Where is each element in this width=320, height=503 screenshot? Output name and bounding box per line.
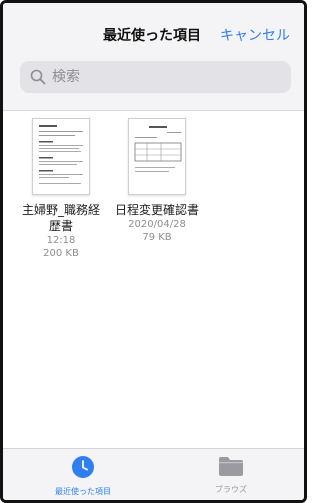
- tab-browse[interactable]: ブラウズ: [186, 455, 276, 495]
- document-preview-icon: [134, 126, 182, 172]
- tab-bar: 最近使った項目 ブラウズ: [3, 448, 304, 500]
- tab-browse-label: ブラウズ: [215, 485, 247, 494]
- file-item-resume[interactable]: 主婦野_職務経 歴書 12:18 200 KB: [18, 118, 104, 260]
- cancel-button[interactable]: キャンセル: [220, 25, 290, 45]
- file-name-line1: 主婦野_職務経: [21, 203, 100, 217]
- file-size: 79 KB: [142, 232, 172, 243]
- file-grid: 主婦野_職務経 歴書 12:18 200 KB 日程変更確認書 2020/04/…: [3, 112, 304, 452]
- document-thumbnail: [128, 118, 186, 195]
- file-name-line2: 歴書: [48, 219, 73, 233]
- tab-recents[interactable]: 最近使った項目: [38, 455, 128, 497]
- search-bar[interactable]: [20, 61, 291, 93]
- file-item-schedule-change[interactable]: 日程変更確認書 2020/04/28 79 KB: [114, 118, 200, 244]
- file-time: 2020/04/28: [128, 219, 186, 230]
- header-bar: 最近使った項目 キャンセル: [3, 3, 304, 111]
- folder-icon: [219, 457, 243, 476]
- document-preview-icon: [39, 125, 83, 184]
- file-time: 12:18: [46, 235, 76, 246]
- clock-icon: [72, 456, 94, 478]
- file-name-line1: 日程変更確認書: [114, 203, 199, 217]
- file-size: 200 KB: [43, 248, 79, 259]
- document-thumbnail: [32, 118, 90, 195]
- tab-recents-label: 最近使った項目: [55, 487, 111, 496]
- search-icon: [30, 69, 46, 85]
- search-input[interactable]: [52, 69, 272, 85]
- page-title: 最近使った項目: [103, 28, 201, 44]
- app-window: 最近使った項目 キャンセル 検索 主婦野_職務経 歴書 12:18 200 KB…: [0, 0, 307, 503]
